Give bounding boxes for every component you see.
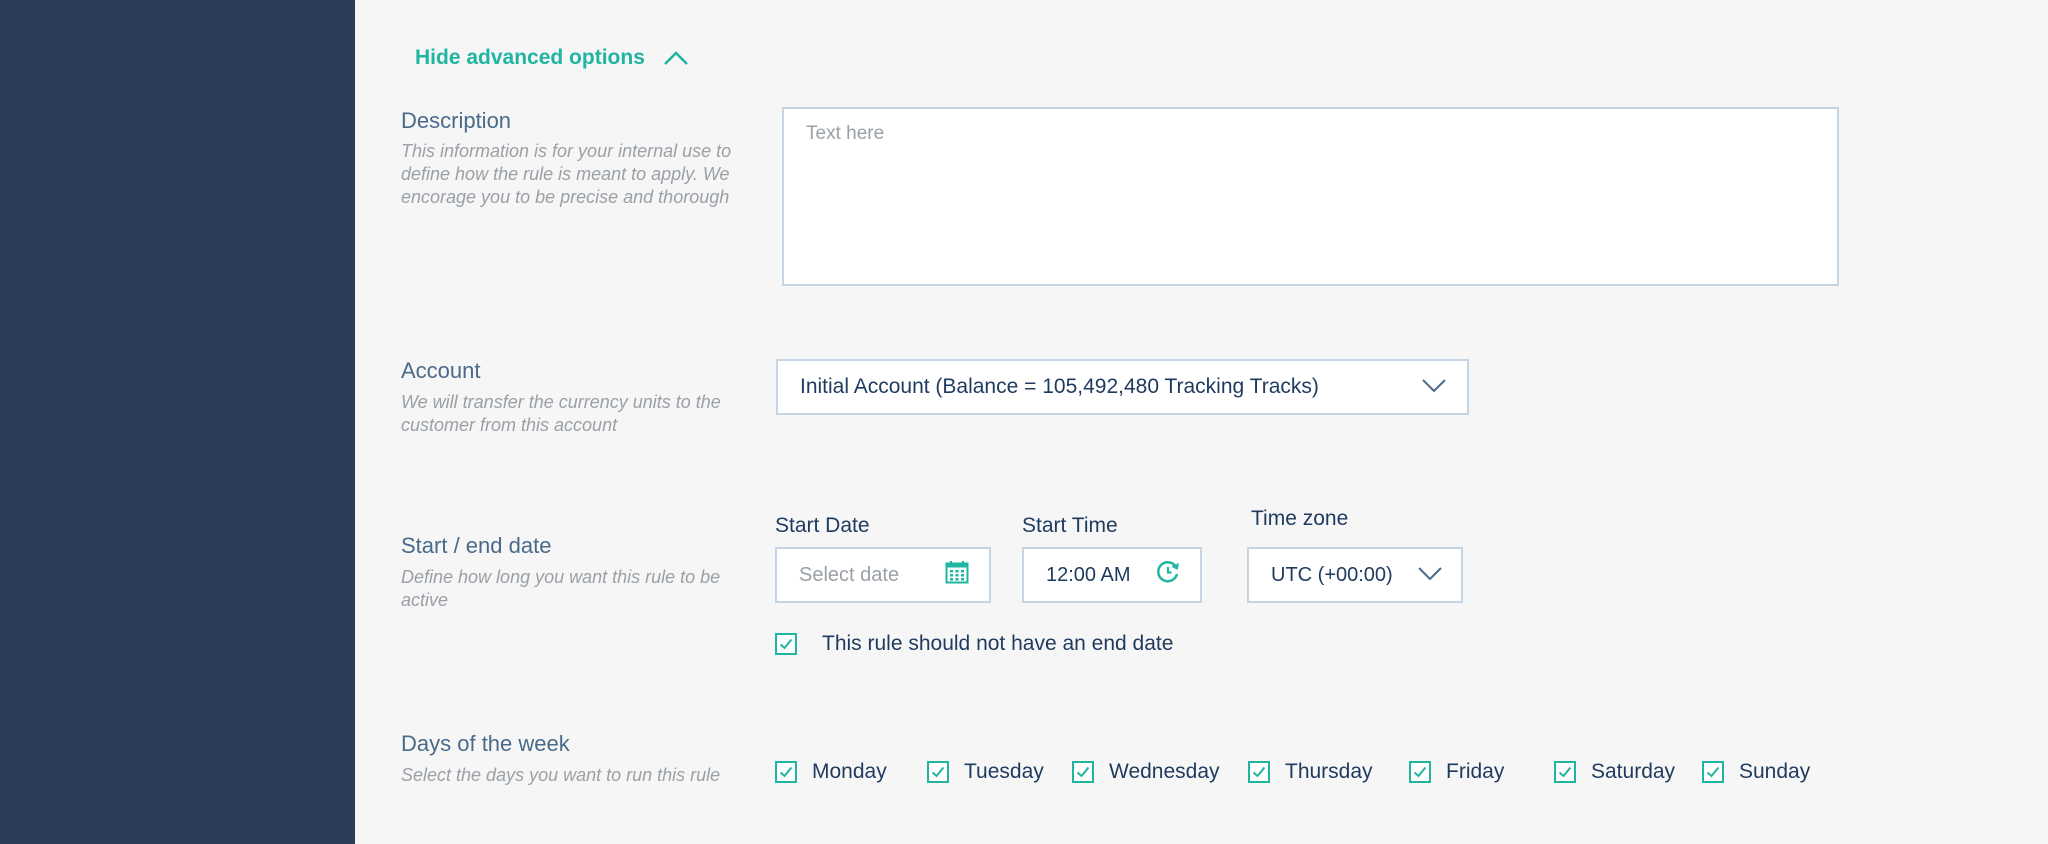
checkbox-box[interactable] xyxy=(1409,761,1431,783)
description-help: This information is for your internal us… xyxy=(401,141,732,207)
calendar-icon[interactable] xyxy=(945,560,969,590)
start-time-value: 12:00 AM xyxy=(1046,563,1131,586)
start-time-field[interactable]: 12:00 AM xyxy=(1022,547,1202,603)
no-end-date-label: This rule should not have an end date xyxy=(822,632,1174,655)
checkbox-box[interactable] xyxy=(1072,761,1094,783)
day-label: Sunday xyxy=(1739,760,1811,783)
checkmark-icon xyxy=(1413,766,1427,778)
account-help: We will transfer the currency units to t… xyxy=(401,392,721,435)
checkbox-box[interactable] xyxy=(1702,761,1724,783)
checkbox-box[interactable] xyxy=(927,761,949,783)
main-panel: Hide advanced options Description This i… xyxy=(355,0,2048,844)
checkbox-box[interactable] xyxy=(775,761,797,783)
checkmark-icon xyxy=(1706,766,1720,778)
day-label: Saturday xyxy=(1591,760,1676,783)
time-zone-label: Time zone xyxy=(1251,507,1349,530)
account-selected-value: Initial Account (Balance = 105,492,480 T… xyxy=(800,375,1319,398)
hide-advanced-options-toggle[interactable]: Hide advanced options xyxy=(415,46,689,70)
day-checkbox-saturday[interactable]: Saturday xyxy=(1554,760,1675,784)
checkbox-box[interactable] xyxy=(775,633,797,655)
day-checkbox-wednesday[interactable]: Wednesday xyxy=(1072,760,1220,784)
description-textarea[interactable] xyxy=(782,107,1839,286)
checkmark-icon xyxy=(1076,766,1090,778)
chevron-down-icon xyxy=(1417,564,1443,587)
checkmark-icon xyxy=(779,766,793,778)
time-zone-select[interactable]: UTC (+00:00) xyxy=(1247,547,1463,603)
clock-icon[interactable] xyxy=(1156,560,1180,590)
time-zone-value: UTC (+00:00) xyxy=(1271,563,1393,586)
day-checkbox-tuesday[interactable]: Tuesday xyxy=(927,760,1044,784)
chevron-down-icon xyxy=(1421,375,1447,399)
day-label: Friday xyxy=(1446,760,1505,783)
day-checkbox-sunday[interactable]: Sunday xyxy=(1702,760,1810,784)
checkmark-icon xyxy=(1558,766,1572,778)
day-label: Wednesday xyxy=(1109,760,1220,783)
day-label: Tuesday xyxy=(964,760,1044,783)
start-time-label: Start Time xyxy=(1022,514,1118,537)
chevron-up-icon xyxy=(663,50,689,66)
start-date-label: Start Date xyxy=(775,514,870,537)
sidebar xyxy=(0,0,355,844)
description-title: Description xyxy=(401,108,512,133)
checkmark-icon xyxy=(1252,766,1266,778)
start-date-field[interactable] xyxy=(775,547,991,603)
day-checkbox-friday[interactable]: Friday xyxy=(1409,760,1504,784)
start-end-date-help: Define how long you want this rule to be… xyxy=(401,567,721,610)
no-end-date-checkbox[interactable]: This rule should not have an end date xyxy=(775,632,1173,656)
checkbox-box[interactable] xyxy=(1248,761,1270,783)
days-of-week-title: Days of the week xyxy=(401,731,570,756)
checkmark-icon xyxy=(931,766,945,778)
day-checkbox-monday[interactable]: Monday xyxy=(775,760,887,784)
days-of-week-help: Select the days you want to run this rul… xyxy=(401,765,721,785)
start-end-date-title: Start / end date xyxy=(401,533,552,558)
start-date-input[interactable] xyxy=(799,563,929,587)
account-select[interactable]: Initial Account (Balance = 105,492,480 T… xyxy=(776,359,1469,415)
day-label: Monday xyxy=(812,760,887,783)
day-label: Thursday xyxy=(1285,760,1373,783)
checkbox-box[interactable] xyxy=(1554,761,1576,783)
checkmark-icon xyxy=(779,638,793,650)
day-checkbox-thursday[interactable]: Thursday xyxy=(1248,760,1373,784)
account-title: Account xyxy=(401,358,481,383)
hide-advanced-options-label: Hide advanced options xyxy=(415,46,645,69)
